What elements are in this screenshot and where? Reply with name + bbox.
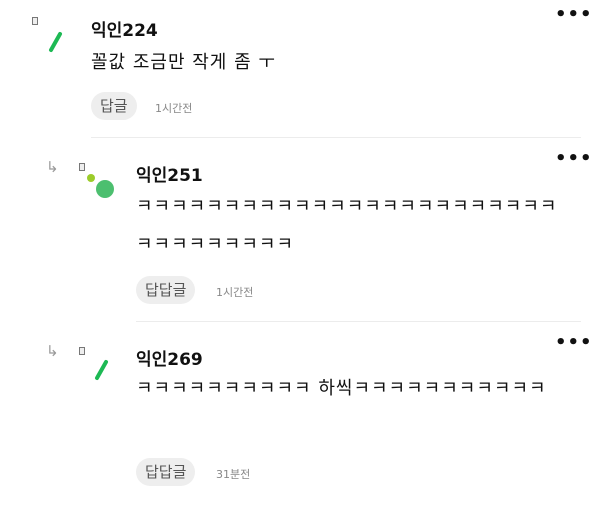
comment-author[interactable]: 익인269: [136, 345, 203, 370]
avatar: [95, 360, 108, 380]
broken-image-icon: [32, 17, 38, 25]
comment-text: ㅋㅋㅋㅋㅋㅋㅋㅋㅋㅋ 하씩ㅋㅋㅋㅋㅋㅋㅋㅋㅋㅋㅋ: [136, 378, 547, 399]
comment-text: 꼴값 조금만 작게 좀 ㅜ: [91, 52, 276, 73]
reply-comment-item: ↳ 익인251 ••• ㅋㅋㅋㅋㅋㅋㅋㅋㅋㅋㅋㅋㅋㅋㅋㅋㅋㅋㅋㅋㅋㅋㅋㅋㅋㅋㅋㅋ…: [0, 138, 608, 322]
comment-time: 31분전: [216, 468, 251, 481]
more-options-icon[interactable]: •••: [555, 150, 593, 168]
broken-image-icon: [79, 347, 85, 355]
broken-image-icon: [79, 163, 85, 171]
reply-arrow-icon: ↳: [46, 158, 59, 176]
reply-arrow-icon: ↳: [46, 342, 59, 360]
more-options-icon[interactable]: •••: [555, 6, 593, 24]
comment-author[interactable]: 익인251: [136, 161, 203, 186]
comment-time: 1시간전: [216, 286, 254, 299]
more-options-icon[interactable]: •••: [555, 334, 593, 352]
reply-button[interactable]: 답답글: [136, 276, 196, 304]
comment-time: 1시간전: [155, 102, 193, 115]
reply-button[interactable]: 답답글: [136, 458, 196, 486]
reply-comment-item: ↳ 익인269 ••• ㅋㅋㅋㅋㅋㅋㅋㅋㅋㅋ 하씩ㅋㅋㅋㅋㅋㅋㅋㅋㅋㅋㅋ 답답글…: [0, 322, 608, 508]
comment-item: 익인224 ••• 꼴값 조금만 작게 좀 ㅜ 답글 1시간전: [0, 0, 608, 138]
reply-button[interactable]: 답글: [91, 92, 137, 120]
avatar: [49, 32, 62, 52]
avatar: [87, 174, 114, 198]
comment-author[interactable]: 익인224: [91, 16, 158, 41]
comment-text: ㅋㅋㅋㅋㅋㅋㅋㅋㅋㅋㅋㅋㅋㅋㅋㅋㅋㅋㅋㅋㅋㅋㅋㅋㅋㅋㅋㅋㅋㅋㅋㅋㅋ: [136, 196, 558, 255]
